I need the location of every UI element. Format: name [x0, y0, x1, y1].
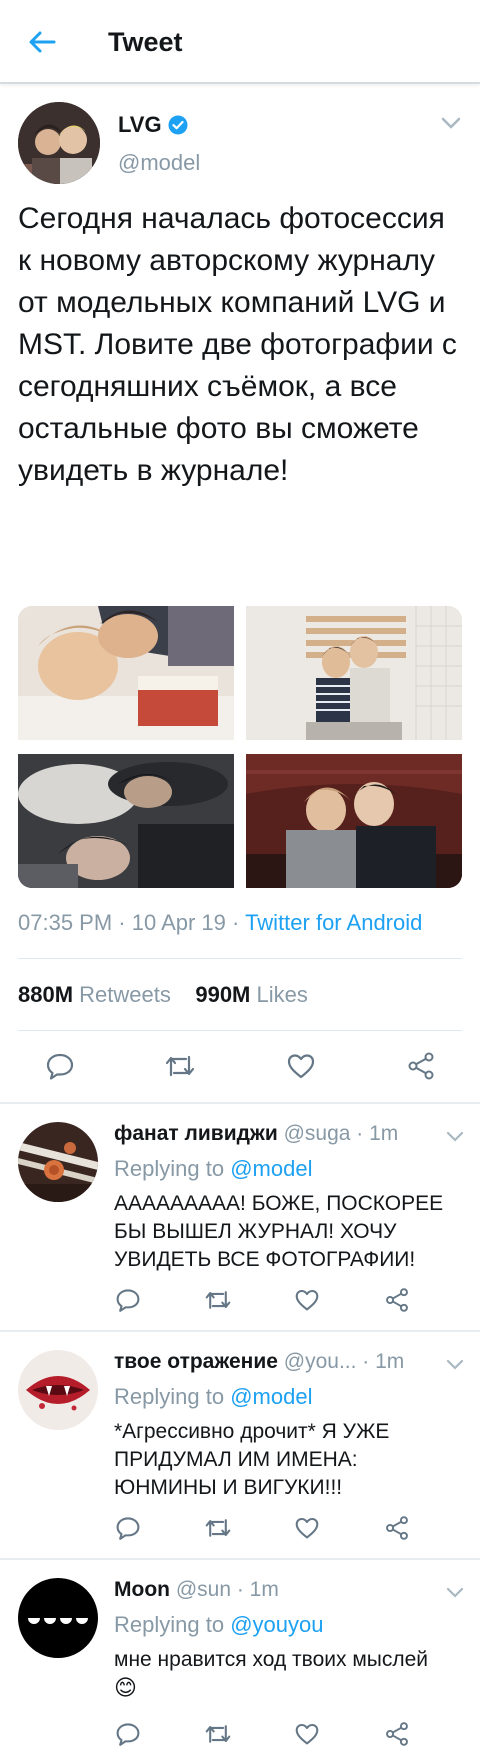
reply-header: твое отражение @you... · 1m: [114, 1350, 404, 1374]
retweet-icon: [205, 1291, 231, 1309]
reply-actions: [0, 1720, 480, 1750]
share-button[interactable]: [383, 1720, 411, 1748]
replying-to-link[interactable]: @model: [230, 1384, 312, 1409]
photo-2[interactable]: [246, 606, 462, 740]
like-icon: [295, 1517, 319, 1539]
reply-button[interactable]: [114, 1286, 142, 1314]
client-link[interactable]: Twitter for Android: [245, 910, 422, 935]
divider: [18, 958, 462, 959]
avatar[interactable]: [18, 1350, 98, 1430]
page-title: Tweet: [108, 27, 183, 57]
chevron-down-icon: [446, 1131, 464, 1142]
retweet-button[interactable]: [204, 1286, 232, 1314]
like-button[interactable]: [293, 1514, 321, 1542]
reply-author-name[interactable]: Moon: [114, 1578, 170, 1601]
avatar[interactable]: [18, 1578, 98, 1658]
reply-menu-button[interactable]: [446, 1586, 464, 1600]
chevron-down-icon: [446, 1359, 464, 1370]
reply-button[interactable]: [114, 1514, 142, 1542]
reply-icon: [116, 1723, 140, 1746]
divider: [18, 1030, 462, 1031]
author-name[interactable]: LVG: [118, 112, 188, 138]
reply-time: · 1m: [356, 1122, 399, 1145]
reply-header: фанат ливиджи @suga · 1m: [114, 1122, 398, 1146]
reply-icon: [116, 1517, 140, 1540]
smile-emoji: 😊: [114, 1675, 137, 1700]
like-icon: [295, 1723, 319, 1745]
reply-button[interactable]: [114, 1720, 142, 1748]
retweet-icon: [205, 1725, 231, 1743]
author-handle: @model: [118, 150, 201, 175]
reply-icon: [46, 1053, 74, 1080]
reply-text: мне нравится ход твоих мыслей 😊: [114, 1648, 429, 1700]
share-button[interactable]: [383, 1514, 411, 1542]
media-grid: [18, 606, 462, 888]
replying-to: Replying to @youyou: [114, 1612, 324, 1637]
verified-badge-icon: [168, 115, 188, 135]
reply-author-handle: @you...: [283, 1350, 357, 1373]
retweet-button[interactable]: [164, 1050, 196, 1082]
share-icon: [386, 1516, 408, 1540]
photo-3[interactable]: [18, 754, 234, 888]
reply-menu-button[interactable]: [446, 1358, 464, 1372]
like-icon: [295, 1289, 319, 1311]
reply-item[interactable]: твое отражение @you... · 1m Replying to …: [0, 1332, 480, 1558]
retweet-icon: [205, 1519, 231, 1537]
replying-to-link[interactable]: @youyou: [230, 1612, 323, 1637]
chevron-down-icon: [446, 1587, 464, 1598]
retweets-stat[interactable]: 880M Retweets: [18, 982, 171, 1007]
back-arrow-icon: [29, 31, 56, 53]
share-icon: [408, 1052, 434, 1080]
share-button[interactable]: [383, 1286, 411, 1314]
share-button[interactable]: [405, 1050, 437, 1082]
reply-actions: [0, 1286, 480, 1316]
reply-item[interactable]: Moon @sun · 1m Replying to @youyou мне н…: [0, 1560, 480, 1764]
like-button[interactable]: [293, 1286, 321, 1314]
reply-author-name[interactable]: фанат ливиджи: [114, 1122, 278, 1145]
reply-text: ААААААААА! БОЖЕ, ПОСКОРЕЕ БЫ ВЫШЕЛ ЖУРНА…: [114, 1192, 444, 1271]
reply-author-handle: @sun: [175, 1578, 232, 1601]
reply-header: Moon @sun · 1m: [114, 1578, 279, 1602]
reply-button[interactable]: [44, 1050, 76, 1082]
replying-to: Replying to @model: [114, 1156, 313, 1181]
retweet-button[interactable]: [204, 1720, 232, 1748]
photo-4[interactable]: [246, 754, 462, 888]
tweet-timestamp: 07:35 PM · 10 Apr 19 · Twitter for Andro…: [18, 910, 423, 935]
like-button[interactable]: [285, 1050, 317, 1082]
chevron-down-icon: [441, 117, 461, 129]
avatar[interactable]: [18, 102, 100, 184]
retweet-button[interactable]: [204, 1514, 232, 1542]
photo-1[interactable]: [18, 606, 234, 740]
reply-author-handle: @suga: [283, 1122, 351, 1145]
tweet-text: Сегодня началась фотосессия к новому авт…: [18, 202, 457, 487]
likes-stat[interactable]: 990M Likes: [195, 982, 308, 1007]
reply-text: *Агрессивно дрочит* Я УЖЕ ПРИДУМАЛ ИМ ИМ…: [114, 1420, 390, 1499]
like-button[interactable]: [293, 1720, 321, 1748]
tweet-menu-button[interactable]: [440, 114, 462, 132]
share-icon: [386, 1288, 408, 1312]
reply-author-name[interactable]: твое отражение: [114, 1350, 278, 1373]
replying-to: Replying to @model: [114, 1384, 313, 1409]
share-icon: [386, 1722, 408, 1746]
tweet-author: LVG @model: [18, 102, 462, 186]
retweet-icon: [165, 1055, 195, 1077]
reply-menu-button[interactable]: [446, 1130, 464, 1144]
back-button[interactable]: [24, 24, 60, 60]
reply-icon: [116, 1289, 140, 1312]
like-icon: [287, 1054, 315, 1079]
replying-to-link[interactable]: @model: [230, 1156, 312, 1181]
reply-actions: [0, 1514, 480, 1544]
reply-item[interactable]: фанат ливиджи @suga · 1m Replying to @mo…: [0, 1104, 480, 1330]
avatar[interactable]: [18, 1122, 98, 1202]
tweet-actions: [0, 1046, 480, 1086]
reply-time: · 1m: [362, 1350, 405, 1373]
tweet-stats: 880M Retweets 990M Likes: [18, 982, 308, 1008]
reply-time: · 1m: [236, 1578, 279, 1601]
top-bar: Tweet: [0, 0, 480, 84]
